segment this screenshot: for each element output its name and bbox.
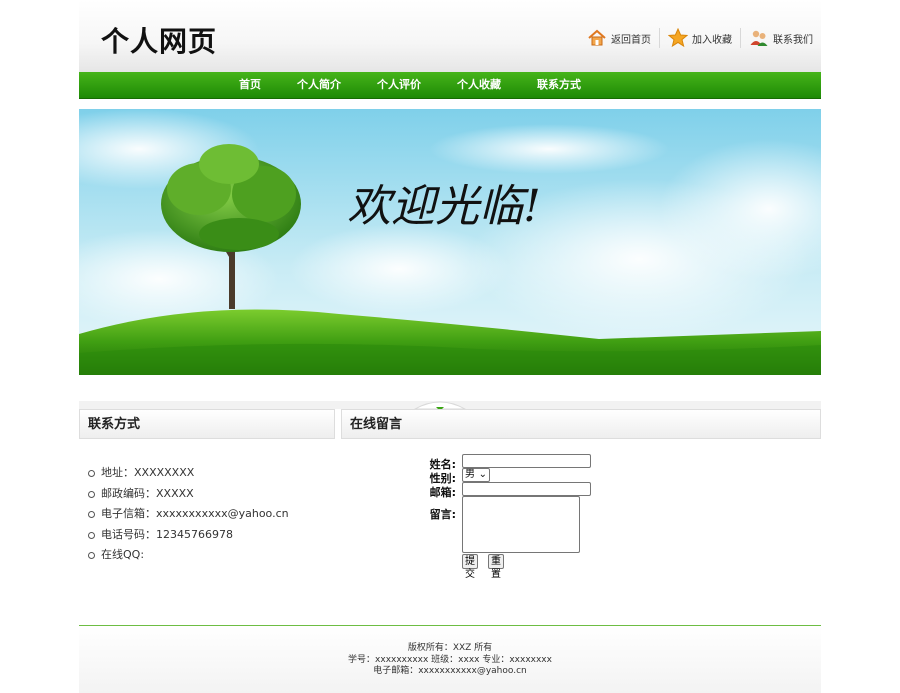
star-icon — [667, 27, 689, 48]
section-divider — [79, 396, 821, 411]
contacts-icon — [749, 28, 769, 48]
banner-image: 欢迎光临! — [79, 109, 821, 375]
bookmark-link[interactable]: 加入收藏 — [659, 27, 740, 48]
home-link[interactable]: 返回首页 — [579, 28, 659, 48]
nav-item-collection[interactable]: 个人收藏 — [457, 72, 501, 98]
gender-value: 男 — [465, 469, 475, 480]
nav-item-review[interactable]: 个人评价 — [377, 72, 421, 98]
contact-email: 电子信箱：xxxxxxxxxxx@yahoo.cn — [88, 504, 289, 525]
contact-us-link-label: 联系我们 — [773, 34, 813, 46]
footer-student-info: 学号：xxxxxxxxxx 班级：xxxx 专业：xxxxxxxx — [348, 654, 552, 665]
gender-select[interactable]: 男 ⌄ — [462, 468, 490, 482]
nav-item-contact[interactable]: 联系方式 — [537, 72, 581, 98]
contact-address: 地址：XXXXXXXX — [88, 463, 289, 484]
message-textarea[interactable] — [462, 496, 580, 553]
header: 个人网页 返回首页 加入收藏 联系我们 — [79, 0, 821, 72]
bookmark-link-label: 加入收藏 — [692, 34, 732, 46]
message-panel-title: 在线留言 — [341, 409, 821, 439]
contact-us-link[interactable]: 联系我们 — [740, 28, 821, 48]
nav-item-profile[interactable]: 个人简介 — [297, 72, 341, 98]
name-input[interactable] — [462, 454, 591, 468]
footer-copyright: 版权所有：XXZ 所有 — [407, 643, 493, 653]
contact-phone: 电话号码：12345766978 — [88, 525, 289, 546]
welcome-text: 欢迎光临! — [347, 181, 541, 232]
email-label: 邮箱: — [429, 486, 456, 499]
footer-email: 电子邮箱：xxxxxxxxxxx@yahoo.cn — [373, 666, 527, 676]
home-icon — [587, 28, 607, 48]
contact-panel-title: 联系方式 — [79, 409, 335, 439]
chevron-down-icon: ⌄ — [478, 469, 487, 480]
footer: 版权所有：XXZ 所有 学号：xxxxxxxxxx 班级：xxxx 专业：xxx… — [79, 625, 821, 693]
contact-postcode: 邮政编码：XXXXX — [88, 484, 289, 505]
welcome-banner: 欢迎光临! — [79, 109, 821, 375]
nav-item-home[interactable]: 首页 — [239, 72, 261, 98]
email-input[interactable] — [462, 482, 591, 496]
top-links: 返回首页 加入收藏 联系我们 — [579, 27, 821, 48]
message-label: 留言: — [429, 508, 456, 521]
home-link-label: 返回首页 — [611, 34, 651, 46]
main-nav: 首页 个人简介 个人评价 个人收藏 联系方式 — [79, 72, 821, 99]
submit-button[interactable]: 提交 — [462, 554, 478, 580]
contact-qq: 在线QQ: — [88, 545, 289, 566]
contact-list: 地址：XXXXXXXX 邮政编码：XXXXX 电子信箱：xxxxxxxxxxx@… — [88, 463, 289, 566]
reset-button[interactable]: 重置 — [488, 554, 504, 580]
site-title: 个人网页 — [101, 25, 218, 58]
